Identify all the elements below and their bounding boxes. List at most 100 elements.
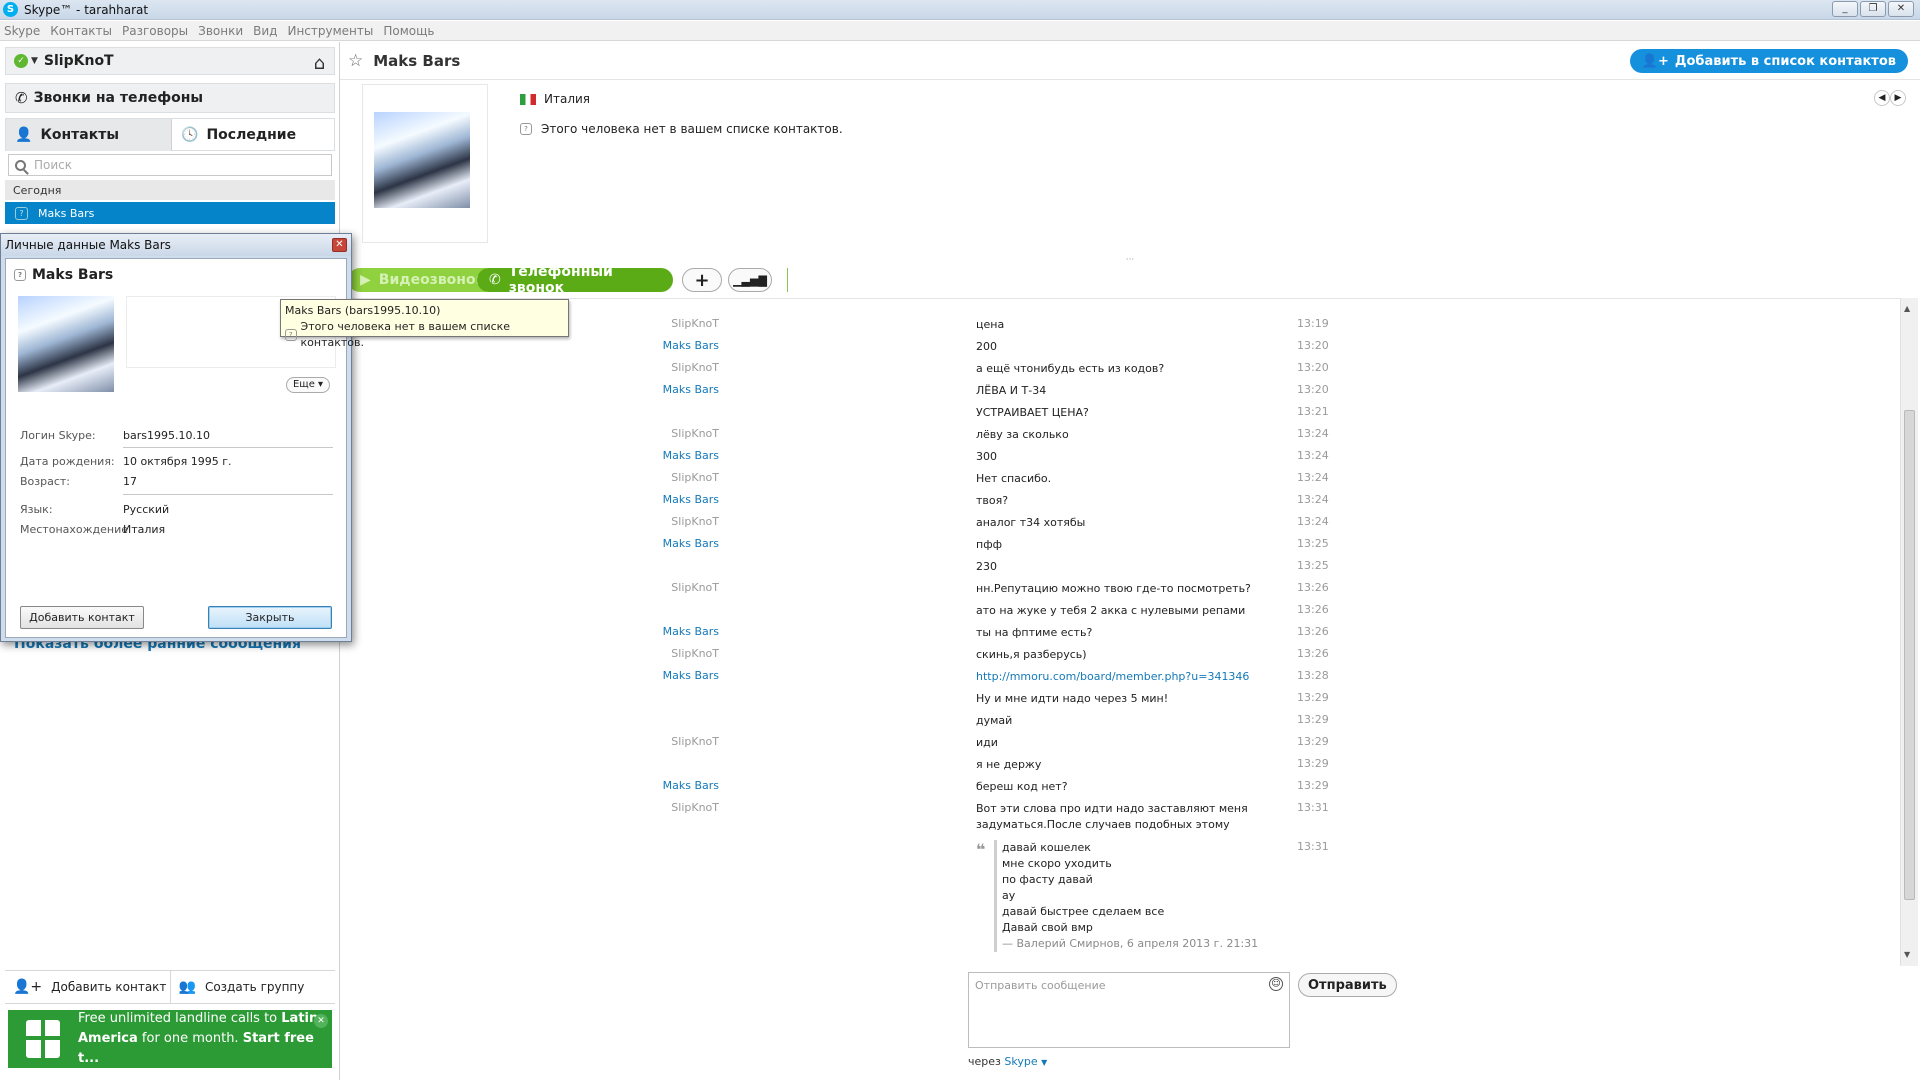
promo-close-icon[interactable]: ✕ [314,1014,328,1028]
phone-calls-row[interactable]: ✆ Звонки на телефоны [5,83,335,113]
message-row: Maks Bars твоя? 13:24 [340,493,1900,511]
contact-tabs: 👤 Контакты 🕓 Последние [5,118,335,151]
online-status-icon[interactable]: ✓ [14,54,28,68]
favorite-star-icon[interactable]: ☆ [348,51,363,71]
message-row: Maks Bars 300 13:24 [340,449,1900,467]
dialog-add-contact-button[interactable]: Добавить контакт [20,606,144,629]
message-row: SlipKnoT цена 13:19 [340,317,1900,335]
call-quality-button[interactable]: ▁▃▅▇ [728,268,772,292]
tab-recent-label: Последние [206,127,297,143]
menu-skype[interactable]: Skype [4,24,40,38]
profile-area: Италия ? Этого человека нет в вашем спис… [340,80,1920,260]
menu-conversations[interactable]: Разговоры [122,24,188,38]
phone-call-button[interactable]: ✆ Телефонный звонок ▼ [477,264,804,296]
dialog-close-button[interactable]: Закрыть [208,606,332,629]
message-link[interactable]: http://mmoru.com/board/member.php?u=3413… [976,669,1276,685]
menu-help[interactable]: Помощь [383,24,434,38]
emoticon-icon[interactable]: ☺ [1269,977,1283,991]
quote-line: мне скоро уходить [1002,857,1112,870]
message-text: УСТРАИВАЕТ ЦЕНА? [976,406,1089,419]
message-sender[interactable]: SlipKnoT [671,471,719,484]
message-sender[interactable]: SlipKnoT [671,317,719,330]
promo-banner[interactable]: Free unlimited landline calls to Latin A… [8,1010,332,1068]
field-label-birthday: Дата рождения: [20,455,115,468]
message-timestamp: 13:29 [1297,757,1329,770]
message-row: УСТРАИВАЕТ ЦЕНА? 13:21 [340,405,1900,423]
message-timestamp: 13:20 [1297,361,1329,374]
chevron-down-icon[interactable]: ▼ [787,268,813,292]
message-sender[interactable]: SlipKnoT [671,801,719,814]
message-sender[interactable]: SlipKnoT [671,427,719,440]
message-sender[interactable]: Maks Bars [663,625,719,638]
message-sender[interactable]: Maks Bars [663,537,719,550]
message-sender[interactable]: Maks Bars [663,669,719,682]
avatar[interactable] [374,112,470,208]
message-text: скинь,я разберусь) [976,648,1087,661]
send-via: через Skype ▼ [968,1055,1047,1068]
arrow-left-icon[interactable]: ◀ [1874,90,1890,106]
message-row: 230 13:25 [340,559,1900,577]
close-window-button[interactable]: ✕ [1888,1,1914,17]
contact-item-maks-bars[interactable]: ? Maks Bars [5,202,335,224]
add-contact-button[interactable]: 👤+ Добавить контакт [5,971,170,1003]
country-name: Италия [544,92,591,106]
message-timestamp: 13:26 [1297,625,1329,638]
minimize-button[interactable]: _ [1832,1,1858,17]
add-person-icon: 👤+ [1641,53,1669,69]
quote-icon: ❝ [976,840,986,859]
message-placeholder: Отправить сообщение [975,979,1106,992]
message-row: Maks Bars береш код нет? 13:29 [340,779,1900,797]
menu-view[interactable]: Вид [253,24,277,38]
scroll-down-icon[interactable]: ▼ [1904,950,1910,959]
message-timestamp: 13:24 [1297,427,1329,440]
message-input[interactable]: Отправить сообщение ☺ [968,972,1290,1048]
phone-icon: ✆ [489,272,501,288]
via-selector[interactable]: Skype [1004,1055,1037,1068]
video-call-button[interactable]: ▶ Видеозвонок [348,268,498,292]
conversation-scrollbar[interactable]: ▲ ▼ [1900,298,1918,966]
message-sender[interactable]: Maks Bars [663,339,719,352]
message-sender[interactable]: SlipKnoT [671,515,719,528]
add-to-contacts-button[interactable]: 👤+ Добавить в список контактов [1629,49,1908,73]
scroll-thumb[interactable] [1904,410,1915,900]
maximize-button[interactable]: ❐ [1860,1,1886,17]
field-value-login: bars1995.10.10 [123,429,210,442]
field-value-location: Италия [123,523,166,536]
contact-name: Maks Bars [38,206,95,220]
more-label: Еще [292,379,315,390]
add-participant-button[interactable]: + [682,268,722,292]
dialog-close-icon[interactable]: ✕ [332,238,347,252]
scroll-up-icon[interactable]: ▲ [1904,304,1910,313]
quote-timestamp: 13:31 [1297,840,1329,853]
tooltip-line2-text: Этого человека нет в вашем списке контак… [300,320,511,349]
search-input[interactable]: Поиск [8,154,332,176]
message-sender[interactable]: SlipKnoT [671,581,719,594]
conversation-history[interactable]: SlipKnoT цена 13:19 Maks Bars 200 13:20 SlipKn… [340,298,1900,966]
window-controls: _ ❐ ✕ [1832,1,1914,17]
message-sender[interactable]: SlipKnoT [671,647,719,660]
menu-tools[interactable]: Инструменты [287,24,373,38]
not-in-list-notice: ? Этого человека нет в вашем списке конт… [520,122,843,136]
quote-line: Давай свой вмр [1002,921,1093,934]
search-icon [15,159,26,171]
account-row[interactable]: ✓ ▼ SlipKnoT ⌂ [5,47,335,75]
message-sender[interactable]: Maks Bars [663,449,719,462]
message-sender[interactable]: Maks Bars [663,493,719,506]
create-group-button[interactable]: 👥 Создать группу [169,971,336,1003]
message-sender[interactable]: SlipKnoT [671,361,719,374]
send-button[interactable]: Отправить [1298,973,1397,997]
message-row: я не держу 13:29 [340,757,1900,775]
menu-contacts[interactable]: Контакты [50,24,112,38]
menu-calls[interactable]: Звонки [198,24,243,38]
arrow-right-icon[interactable]: ▶ [1890,90,1906,106]
more-button[interactable]: Еще ▾ [286,377,330,393]
message-sender[interactable]: Maks Bars [663,383,719,396]
home-icon[interactable]: ⌂ [314,53,325,74]
chevron-down-icon[interactable]: ▼ [1041,1058,1047,1067]
tab-contacts[interactable]: 👤 Контакты [6,119,172,151]
tab-recent[interactable]: 🕓 Последние [172,119,336,151]
message-sender[interactable]: Maks Bars [663,779,719,792]
message-sender[interactable]: SlipKnoT [671,735,719,748]
message-timestamp: 13:19 [1297,317,1329,330]
splitter-handle[interactable]: ··· [340,256,1920,265]
